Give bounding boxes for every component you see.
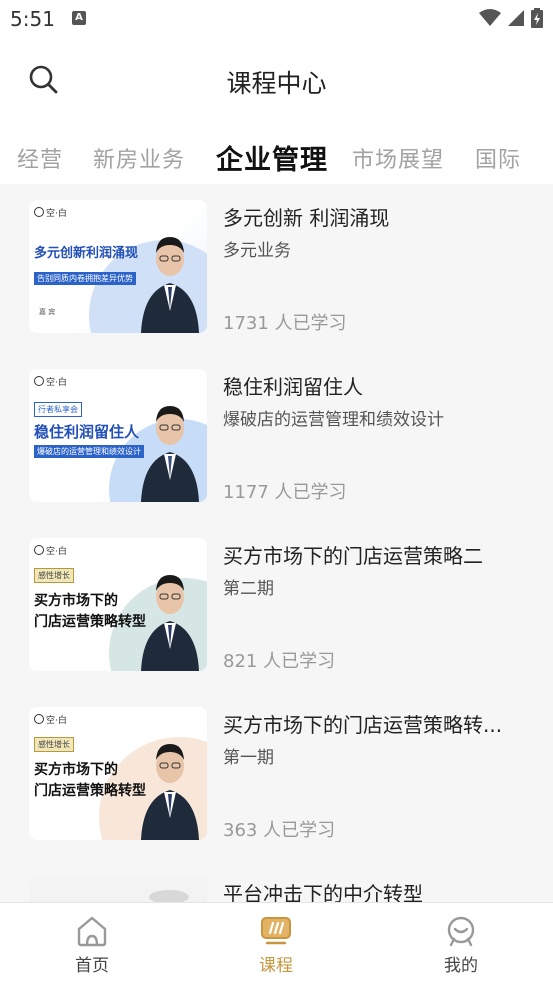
tab-xinfang[interactable]: 新房业务 xyxy=(93,142,185,174)
learner-count: 821 人已学习 xyxy=(223,651,336,672)
thumb-tag: 感性增长 xyxy=(34,737,74,752)
thumb-title-line2: 门店运营策略转型 xyxy=(34,783,146,799)
course-title: 平台冲击下的中介转型 xyxy=(223,882,423,902)
course-info: 买方市场下的门店运营策略转... 第一期 363 人已学习 xyxy=(223,707,523,841)
course-title: 买方市场下的门店运营策略转... xyxy=(223,713,503,737)
course-title: 稳住利润留住人 xyxy=(223,375,363,399)
status-bar: 5:51 A xyxy=(0,0,553,38)
thumb-speaker: 嘉 宾 xyxy=(39,308,56,316)
brand-logo: 空·白 xyxy=(34,375,67,388)
course-thumbnail: 空·白 感性增长 买方市场下的 门店运营策略转型 xyxy=(29,538,207,671)
course-item[interactable]: 平台冲击下的中介转型 xyxy=(0,860,553,902)
course-thumbnail xyxy=(29,876,207,902)
signal-icon xyxy=(508,10,524,26)
course-subtitle: 第二期 xyxy=(223,579,274,599)
tab-qiye-guanli[interactable]: 企业管理 xyxy=(216,138,328,177)
course-item[interactable]: 空·白 行者私享会 稳住利润留住人 爆破店的运营管理和绩效设计 稳住利润留住人 … xyxy=(0,353,553,523)
course-thumbnail: 空·白 行者私享会 稳住利润留住人 爆破店的运营管理和绩效设计 xyxy=(29,369,207,502)
tab-jingying[interactable]: 经营 xyxy=(17,142,63,174)
category-tabs: 经营 新房业务 企业管理 市场展望 国际 xyxy=(0,122,553,184)
speaker-photo xyxy=(141,575,199,671)
brand-logo: 空·白 xyxy=(34,206,67,219)
wifi-icon xyxy=(479,9,501,26)
header: 课程中心 xyxy=(0,38,553,122)
nav-course[interactable]: 课程 xyxy=(231,915,321,976)
course-thumbnail: 空·白 多元创新利润涌现 告别同质内卷拥抱差异优势 嘉 宾 xyxy=(29,200,207,333)
thumb-banner: 爆破店的运营管理和绩效设计 xyxy=(34,445,144,458)
nav-home-label: 首页 xyxy=(75,956,109,976)
thumb-shape xyxy=(149,890,189,902)
course-info: 买方市场下的门店运营策略二 第二期 821 人已学习 xyxy=(223,538,523,672)
thumb-title: 多元创新利润涌现 xyxy=(34,246,139,261)
thumb-title-line2: 门店运营策略转型 xyxy=(34,614,146,630)
course-item[interactable]: 空·白 感性增长 买方市场下的 门店运营策略转型 买方市场下的门店运营策略二 第… xyxy=(0,522,553,692)
thumb-title: 稳住利润留住人 xyxy=(34,423,140,441)
page-title: 课程中心 xyxy=(226,69,327,98)
home-icon xyxy=(77,916,107,947)
thumb-title-line1: 买方市场下的 xyxy=(34,762,118,778)
battery-icon xyxy=(531,8,543,28)
course-title: 多元创新 利润涌现 xyxy=(223,206,390,230)
nav-profile[interactable]: 我的 xyxy=(416,915,506,976)
speaker-photo xyxy=(141,237,199,333)
course-subtitle: 爆破店的运营管理和绩效设计 xyxy=(223,410,444,430)
tab-guoji[interactable]: 国际 xyxy=(475,142,521,174)
course-title: 买方市场下的门店运营策略二 xyxy=(223,544,483,568)
course-subtitle: 第一期 xyxy=(223,748,274,768)
course-subtitle: 多元业务 xyxy=(223,241,291,261)
tab-shichang-zhanwang[interactable]: 市场展望 xyxy=(352,142,444,174)
thumb-tag: 感性增长 xyxy=(34,568,74,583)
course-info: 平台冲击下的中介转型 xyxy=(223,876,523,902)
system-icons xyxy=(479,8,543,28)
course-item[interactable]: 空·白 感性增长 买方市场下的 门店运营策略转型 买方市场下的门店运营策略转..… xyxy=(0,691,553,861)
brand-logo: 空·白 xyxy=(34,544,67,557)
nav-profile-label: 我的 xyxy=(444,956,478,976)
profile-icon xyxy=(447,916,475,947)
nav-home[interactable]: 首页 xyxy=(47,915,137,976)
course-info: 多元创新 利润涌现 多元业务 1731 人已学习 xyxy=(223,200,523,334)
status-time: 5:51 xyxy=(10,7,55,31)
learner-count: 1177 人已学习 xyxy=(223,482,347,503)
course-info: 稳住利润留住人 爆破店的运营管理和绩效设计 1177 人已学习 xyxy=(223,369,523,503)
nav-course-label: 课程 xyxy=(259,956,293,976)
learner-count: 1731 人已学习 xyxy=(223,313,347,334)
thumb-tag: 行者私享会 xyxy=(34,402,82,417)
course-icon xyxy=(261,917,291,945)
thumb-banner: 告别同质内卷拥抱差异优势 xyxy=(34,272,136,285)
course-item[interactable]: 空·白 多元创新利润涌现 告别同质内卷拥抱差异优势 嘉 宾 多元创新 利润涌现 … xyxy=(0,184,553,354)
course-thumbnail: 空·白 感性增长 买方市场下的 门店运营策略转型 xyxy=(29,707,207,840)
learner-count: 363 人已学习 xyxy=(223,820,336,841)
course-list: 空·白 多元创新利润涌现 告别同质内卷拥抱差异优势 嘉 宾 多元创新 利润涌现 … xyxy=(0,184,553,902)
thumb-title-line1: 买方市场下的 xyxy=(34,593,118,609)
speaker-photo xyxy=(141,406,199,502)
notification-icon: A xyxy=(72,11,86,25)
bottom-nav: 首页 课程 我的 xyxy=(0,902,553,985)
brand-logo: 空·白 xyxy=(34,713,67,726)
speaker-photo xyxy=(141,744,199,840)
